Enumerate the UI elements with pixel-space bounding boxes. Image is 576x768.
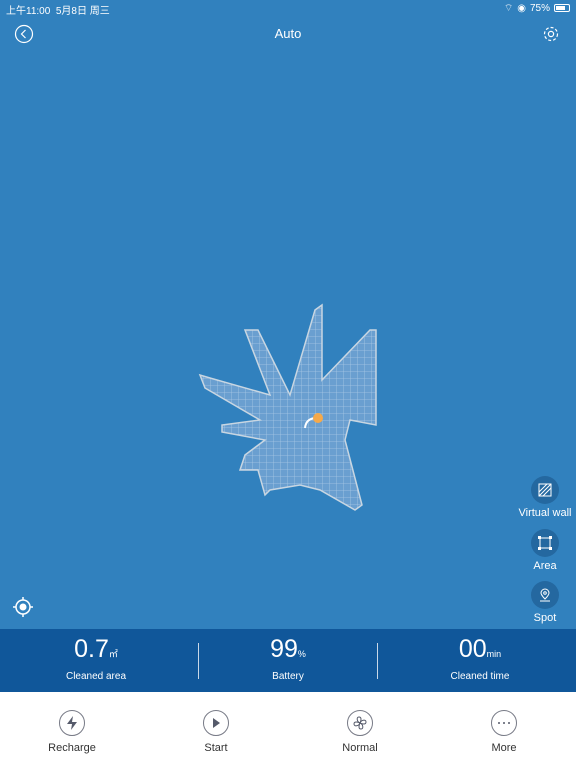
stat-label: Cleaned area <box>65 671 127 682</box>
locate-robot-button[interactable] <box>12 596 34 618</box>
stat-label: Battery <box>272 671 304 682</box>
divider <box>377 643 378 679</box>
stat-unit: min <box>486 649 502 659</box>
stat-cleaned-area: 0.7㎡ Cleaned area <box>0 629 192 692</box>
more-button[interactable]: More <box>432 692 576 768</box>
robot-marker <box>313 413 323 423</box>
spot-icon <box>531 581 559 609</box>
stat-unit: % <box>297 649 306 659</box>
mode-button[interactable]: Normal <box>288 692 432 768</box>
cleaning-map <box>198 303 377 511</box>
mode-label: Normal <box>342 742 378 754</box>
stat-value: 0.7 <box>74 635 109 663</box>
stat-cleaned-time: 00min Cleaned time <box>384 629 576 692</box>
stat-value: 00 <box>458 635 487 663</box>
spot-button[interactable]: Spot <box>514 581 576 624</box>
map-view[interactable]: 上午11:00 5月8日 周三 ︎⌔ ◉ 75% Auto Virtual wall… <box>0 0 576 629</box>
stat-value: 99 <box>270 635 298 663</box>
start-label: Start <box>204 742 228 754</box>
more-label: More <box>491 742 517 754</box>
stat-battery: 99% Battery <box>192 629 384 692</box>
area-icon <box>531 529 559 557</box>
start-button[interactable]: Start <box>144 692 288 768</box>
cleaned-region <box>198 303 377 511</box>
stat-unit: ㎡ <box>108 649 118 659</box>
virtual-wall-button[interactable]: Virtual wall <box>514 476 576 519</box>
recharge-button[interactable]: Recharge <box>0 692 144 768</box>
virtual-wall-label: Virtual wall <box>518 507 572 519</box>
more-icon <box>491 710 517 736</box>
divider <box>198 643 199 679</box>
action-bar: Recharge Start Normal More <box>0 692 576 768</box>
area-button[interactable]: Area <box>514 529 576 572</box>
area-label: Area <box>533 560 557 572</box>
fan-icon <box>347 710 373 736</box>
virtual-wall-icon <box>531 476 559 504</box>
stat-label: Cleaned time <box>450 671 510 682</box>
play-icon <box>203 710 229 736</box>
lightning-icon <box>59 710 85 736</box>
stats-bar: 0.7㎡ Cleaned area 99% Battery 00min Cleaned… <box>0 629 576 692</box>
spot-label: Spot <box>533 612 557 624</box>
recharge-label: Recharge <box>48 742 96 754</box>
